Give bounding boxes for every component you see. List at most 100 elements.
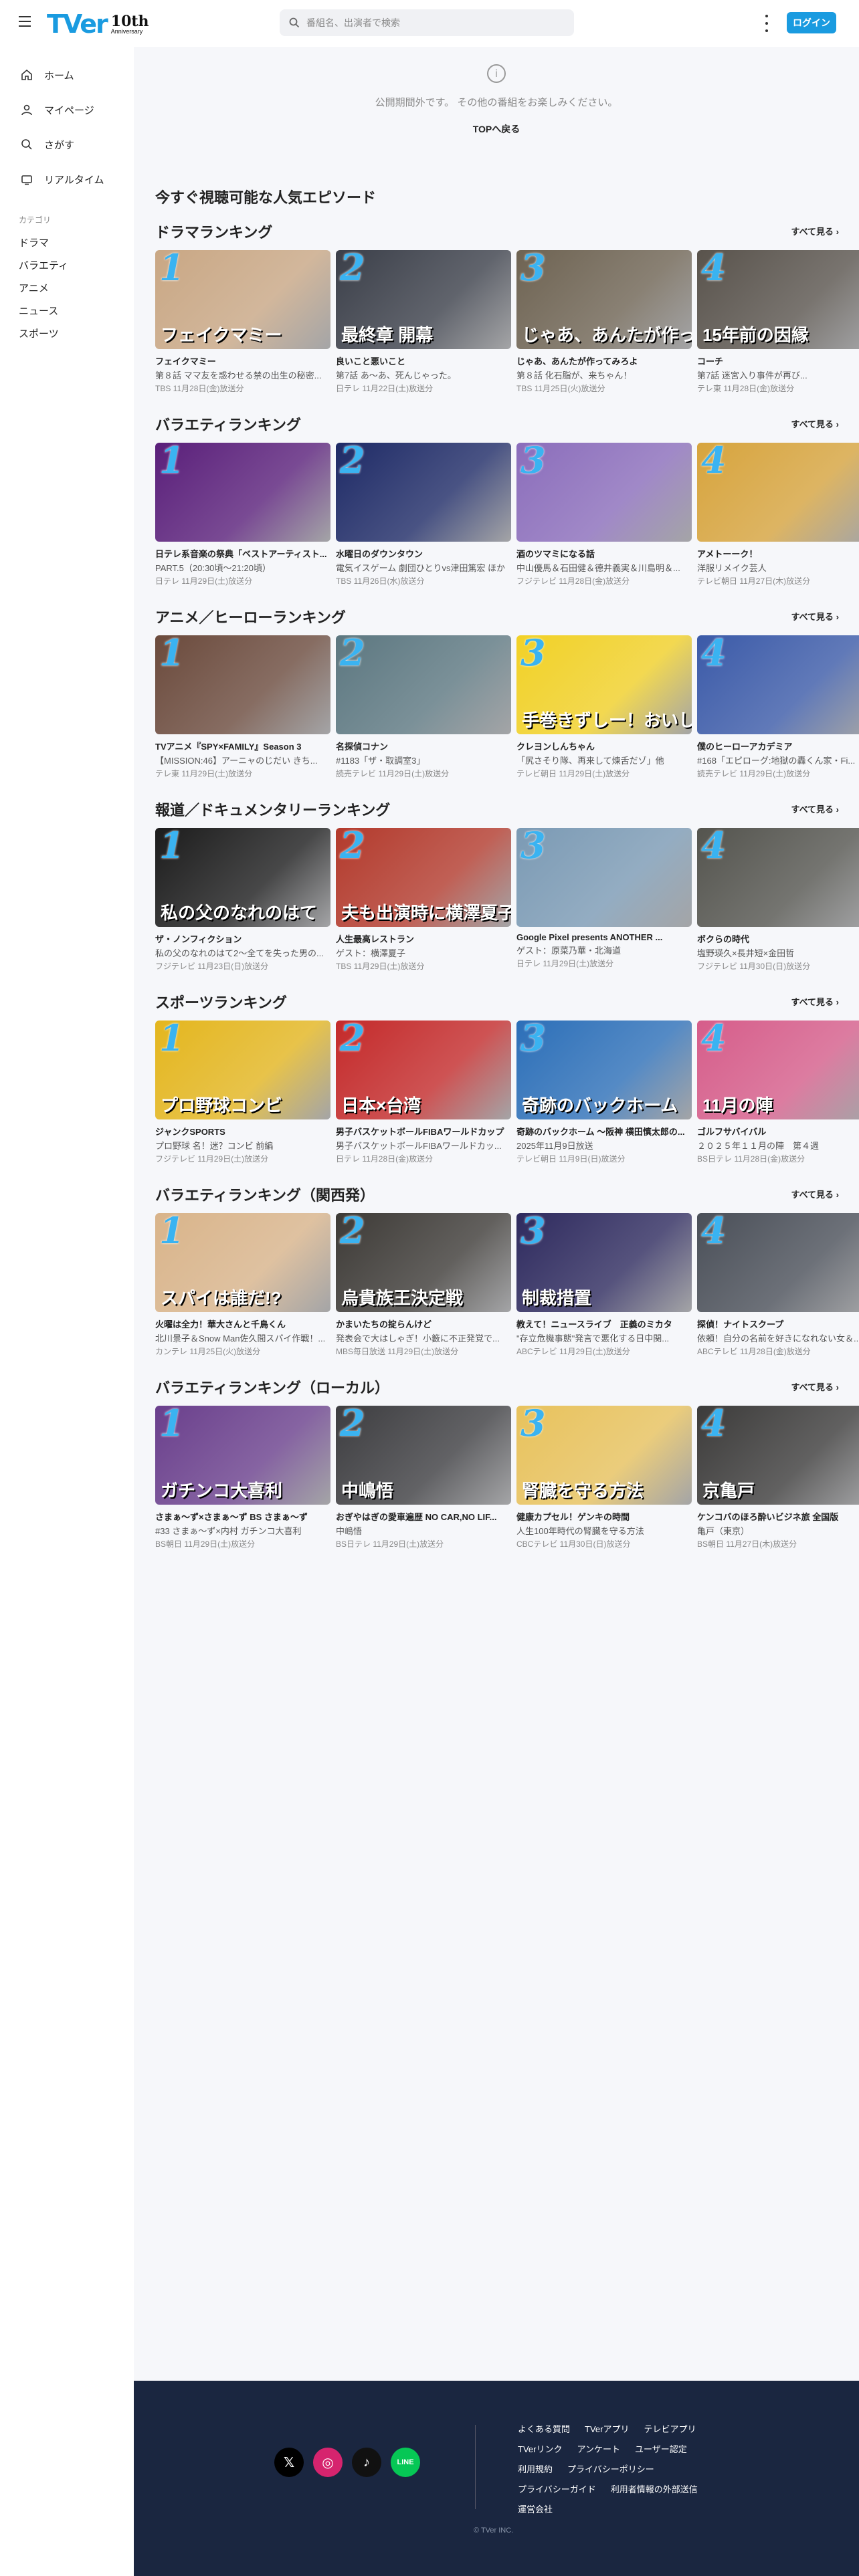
sidebar-category-variety[interactable]: バラエティ <box>0 253 134 276</box>
menu-icon[interactable] <box>19 16 32 28</box>
episode-thumbnail[interactable]: 2 烏貴族王決定戦 <box>336 1213 511 1312</box>
episode-card[interactable]: 3 奇跡のバックホーム 奇跡のバックホーム 〜阪神 横田慎太郎の... 2025年11… <box>516 1021 692 1164</box>
episode-card[interactable]: 4 探偵！ナイトスクープ 依頼！自分の名前を好きになれない女＆... ABCテレビ 1… <box>697 1213 859 1357</box>
episode-thumbnail[interactable]: 2 最終章 開幕 <box>336 250 511 349</box>
episode-card[interactable]: 3 酒のツマミになる話 中山優馬＆石田健＆德井義実＆川島明＆... フジテレビ 11月… <box>516 443 692 586</box>
episode-thumbnail[interactable]: 1 フェイクマミー <box>155 250 330 349</box>
episode-card[interactable]: 2 烏貴族王決定戦 かまいたちの掟らんけど 発表会で大はしゃぎ！小籔に不正発覚で...… <box>336 1213 511 1357</box>
episode-card[interactable]: 1 TVアニメ『SPY×FAMILY』Season 3 【MISSION:46】アー… <box>155 635 330 779</box>
episode-card[interactable]: 2 中嶋悟 おぎやはぎの愛車遍歴 NO CAR,NO LIF... 中嶋悟 BS日テレ … <box>336 1406 511 1549</box>
episode-card[interactable]: 1 フェイクマミー フェイクマミー 第８話 ママ友を惑わせる禁の出生の秘密... TBS… <box>155 250 330 394</box>
sidebar-item-search[interactable]: さがす <box>0 127 134 162</box>
tiktok-icon[interactable]: ♪ <box>352 2448 381 2477</box>
episode-card[interactable]: 2 夫も出演時に横澤夏子 人生最高レストラン ゲスト：横澤夏子 TBS 11月29日(土… <box>336 828 511 972</box>
episode-card[interactable]: 4 ボクらの時代 塩野瑛久×長井短×金田哲 フジテレビ 11月30日(日)放送分 <box>697 828 859 972</box>
episode-card[interactable]: 3 腎臓を守る方法 健康カプセル！ゲンキの時間 人生100年時代の腎臓を守る方法 CBC… <box>516 1406 692 1549</box>
episode-thumbnail[interactable]: 1 プロ野球コンビ <box>155 1021 330 1119</box>
sidebar-category-news[interactable]: ニュース <box>0 299 134 322</box>
episode-card[interactable]: 1 ガチンコ大喜利 さまぁ〜ず×さまぁ〜ず BS さまぁ〜ず #33 さまぁ〜ず×内村… <box>155 1406 330 1549</box>
episode-card[interactable]: 1 スパイは誰だ!? 火曜は全力！華大さんと千鳥くん 北川景子＆Snow Man佐久間… <box>155 1213 330 1357</box>
episode-thumbnail[interactable]: 3 奇跡のバックホーム <box>516 1021 692 1119</box>
episode-card[interactable]: 3 制裁措置 教えて！ニュースライブ 正義のミカタ "存立危機事態"発言で悪化する日中… <box>516 1213 692 1357</box>
episode-thumbnail[interactable]: 4 11月の陣 <box>697 1021 859 1119</box>
episode-title: 依頼！自分の名前を好きになれない女＆... <box>697 1333 859 1344</box>
footer-link[interactable]: TVerリンク <box>518 2442 562 2455</box>
episode-thumbnail[interactable]: 1 <box>155 443 330 542</box>
footer-link[interactable]: TVerアプリ <box>585 2422 629 2435</box>
footer-link[interactable]: 利用規約 <box>518 2462 553 2475</box>
footer-link[interactable]: ユーザー認定 <box>635 2442 687 2455</box>
episode-thumbnail[interactable]: 1 私の父のなれのはて <box>155 828 330 927</box>
episode-card[interactable]: 3 Google Pixel presents ANOTHER ... ゲスト：原菜… <box>516 828 692 969</box>
sidebar-item-mypage[interactable]: マイページ <box>0 92 134 127</box>
sidebar-category-sports[interactable]: スポーツ <box>0 322 134 344</box>
episode-thumbnail[interactable]: 3 腎臓を守る方法 <box>516 1406 692 1505</box>
tver-logo[interactable]: TVer 10th Anniversary <box>47 9 149 39</box>
episode-card[interactable]: 2 最終章 開幕 良いこと悪いこと 第7話 あ〜あ、死んじゃった。 日テレ 11月22日… <box>336 250 511 394</box>
episode-thumbnail[interactable]: 2 日本×台湾 <box>336 1021 511 1119</box>
see-all-link[interactable]: すべて見る › <box>791 1188 839 1200</box>
footer-link[interactable]: 利用者情報の外部送信 <box>611 2482 698 2495</box>
sidebar-item-home[interactable]: ホーム <box>0 58 134 92</box>
see-all-link[interactable]: すべて見る › <box>791 610 839 623</box>
footer-link[interactable]: プライバシーガイド <box>518 2482 596 2495</box>
footer-link[interactable]: アンケート <box>577 2442 619 2455</box>
search-input[interactable] <box>306 17 561 28</box>
episode-thumbnail[interactable]: 1 スパイは誰だ!? <box>155 1213 330 1312</box>
episode-card[interactable]: 2 日本×台湾 男子バスケットボールFIBAワールドカップ 男子バスケットボールFIB… <box>336 1021 511 1164</box>
episode-thumbnail[interactable]: 4 <box>697 443 859 542</box>
episode-thumbnail[interactable]: 2 <box>336 635 511 734</box>
line-icon[interactable]: LINE <box>391 2448 420 2477</box>
see-all-link[interactable]: すべて見る › <box>791 995 839 1008</box>
episode-card[interactable]: 4 京亀戸 ケンコバのほろ酔いビジネ旅 全国版 亀戸（東京） BS朝日 11月27日(木… <box>697 1406 859 1549</box>
sidebar-item-realtime[interactable]: リアルタイム <box>0 162 134 197</box>
episode-card[interactable]: 1 プロ野球コンビ ジャンクSPORTS プロ野球 名！迷？コンビ 前編 フジテレビ 1… <box>155 1021 330 1164</box>
episode-card[interactable]: 2 名探偵コナン #1183「ザ・取調室3」 読売テレビ 11月29日(土)放送分 <box>336 635 511 779</box>
series-title: 人生最高レストラン <box>336 934 415 944</box>
episode-thumbnail[interactable]: 4 <box>697 635 859 734</box>
episode-thumbnail[interactable]: 2 中嶋悟 <box>336 1406 511 1505</box>
sidebar-category-drama[interactable]: ドラマ <box>0 231 134 253</box>
episode-thumbnail[interactable]: 1 ガチンコ大喜利 <box>155 1406 330 1505</box>
episode-thumbnail[interactable]: 2 <box>336 443 511 542</box>
series-title: 男子バスケットボールFIBAワールドカップ <box>336 1127 504 1137</box>
episode-card[interactable]: 3 手巻きずしー！おいしー！ クレヨンしんちゃん「尻さそり隊、再来して煉舌だゾ」他テ… <box>516 635 692 779</box>
episode-thumbnail[interactable]: 2 夫も出演時に横澤夏子 <box>336 828 511 927</box>
sidebar-category-anime[interactable]: アニメ <box>0 276 134 299</box>
back-to-top-link[interactable]: TOPへ戻る <box>473 122 520 136</box>
episode-card[interactable]: 4 11月の陣 ゴルフサバイバル ２０２５年１１月の陣 第４週 BS日テレ 11月28日… <box>697 1021 859 1164</box>
footer-link[interactable]: よくある質問 <box>518 2422 570 2435</box>
episode-thumbnail[interactable]: 4 15年前の因縁 <box>697 250 859 349</box>
footer-link[interactable]: プライバシーポリシー <box>567 2462 654 2475</box>
episode-card[interactable]: 1 日テレ系音楽の祭典「ベストアーティスト... PART.5（20:30頃〜21:… <box>155 443 330 586</box>
episode-thumbnail[interactable]: 3 <box>516 828 692 927</box>
episode-thumbnail[interactable]: 3 <box>516 443 692 542</box>
episode-card[interactable]: 1 私の父のなれのはて ザ・ノンフィクション 私の父のなれのはて2〜全てを失った男の.… <box>155 828 330 972</box>
episode-thumbnail[interactable]: 3 手巻きずしー！おいしー！ <box>516 635 692 734</box>
episode-card[interactable]: 4 アメトーーク！ 洋服リメイク芸人 テレビ朝日 11月27日(木)放送分 <box>697 443 859 586</box>
episode-card[interactable]: 4 15年前の因縁 コーチ 第7話 迷宮入り事件が再び... テレ東 11月28日(金)… <box>697 250 859 394</box>
episode-thumbnail[interactable]: 4 <box>697 828 859 927</box>
instagram-icon[interactable]: ◎ <box>313 2448 343 2477</box>
episode-thumbnail[interactable]: 3 制裁措置 <box>516 1213 692 1312</box>
login-button[interactable]: ログイン <box>787 12 836 33</box>
episode-card[interactable]: 2 水曜日のダウンタウン 電気イスゲーム 劇団ひとりvs津田篤宏 ほか TBS 11月… <box>336 443 511 586</box>
more-icon[interactable] <box>763 15 771 32</box>
see-all-link[interactable]: すべて見る › <box>791 417 839 430</box>
episode-thumbnail[interactable]: 1 <box>155 635 330 734</box>
x-icon[interactable]: 𝕏 <box>274 2448 304 2477</box>
footer-links: よくある質問 TVerアプリ テレビアプリ TVerリンク アンケート ユーザー認定利用規… <box>518 2422 732 2523</box>
episode-thumbnail[interactable]: 3 じゃあ、あんたが作ってみろよ <box>516 250 692 349</box>
thumbnail-caption: 最終章 開幕 <box>341 325 434 345</box>
footer-link[interactable]: テレビアプリ <box>644 2422 696 2435</box>
thumbnail-caption: 11月の陣 <box>702 1095 773 1115</box>
see-all-link[interactable]: すべて見る › <box>791 802 839 815</box>
search-box[interactable] <box>280 9 574 36</box>
footer-link[interactable]: 運営会社 <box>518 2502 553 2515</box>
episode-card[interactable]: 4 僕のヒーローアカデミア #168「エピローグ:地獄の轟くん家・Fi... 読売テレ… <box>697 635 859 779</box>
see-all-link[interactable]: すべて見る › <box>791 1380 839 1393</box>
episode-card[interactable]: 3じゃあ、あんたが作ってみろよじゃあ、あんたが作ってみろよ第８話 化石脂が、来ち… <box>516 250 692 394</box>
episode-thumbnail[interactable]: 4 <box>697 1213 859 1312</box>
episode-thumbnail[interactable]: 4 京亀戸 <box>697 1406 859 1505</box>
see-all-link[interactable]: すべて見る › <box>791 225 839 237</box>
